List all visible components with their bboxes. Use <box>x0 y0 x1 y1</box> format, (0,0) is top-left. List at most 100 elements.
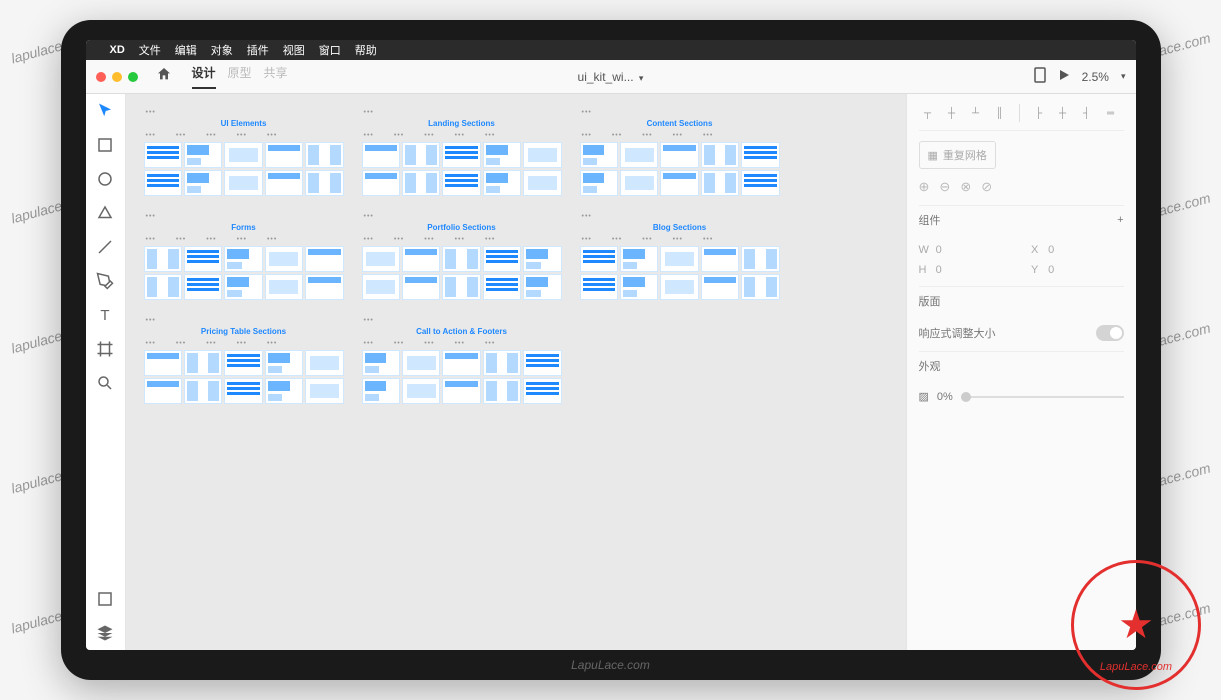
align-bottom-icon[interactable]: ┴ <box>967 104 985 122</box>
intersect-icon[interactable]: ⊗ <box>960 179 971 195</box>
artboard[interactable] <box>701 142 739 168</box>
chevron-down-icon[interactable]: ▾ <box>1121 71 1126 82</box>
polygon-tool[interactable] <box>96 204 114 222</box>
artboard[interactable] <box>144 274 182 300</box>
artboard[interactable] <box>265 274 303 300</box>
artboard[interactable] <box>362 274 400 300</box>
artboard[interactable] <box>362 350 400 376</box>
artboard[interactable] <box>305 142 343 168</box>
artboard[interactable] <box>523 170 561 196</box>
artboard[interactable] <box>144 246 182 272</box>
artboard[interactable] <box>660 142 698 168</box>
artboard[interactable] <box>523 378 561 404</box>
minimize-button[interactable] <box>112 72 122 82</box>
artboard[interactable] <box>402 142 440 168</box>
play-icon[interactable] <box>1058 69 1070 84</box>
artboard[interactable] <box>402 350 440 376</box>
artboard[interactable] <box>741 246 779 272</box>
pen-tool[interactable] <box>96 272 114 290</box>
select-tool[interactable] <box>96 102 114 120</box>
canvas[interactable]: •••UI Elements••••••••••••••••••Landing … <box>126 94 906 650</box>
text-tool[interactable]: T <box>96 306 114 324</box>
artboard[interactable] <box>184 350 222 376</box>
artboard[interactable] <box>620 246 658 272</box>
app-name[interactable]: XD <box>110 44 125 56</box>
artboard[interactable] <box>144 170 182 196</box>
artboard[interactable] <box>224 142 262 168</box>
menu-plugin[interactable]: 插件 <box>247 42 269 58</box>
maximize-button[interactable] <box>128 72 138 82</box>
artboard[interactable] <box>523 142 561 168</box>
artboard[interactable] <box>523 350 561 376</box>
menu-edit[interactable]: 编辑 <box>175 42 197 58</box>
artboard[interactable] <box>442 246 480 272</box>
width-input[interactable]: 0 <box>936 244 942 256</box>
artboard[interactable] <box>660 170 698 196</box>
artboard[interactable] <box>402 170 440 196</box>
y-input[interactable]: 0 <box>1048 264 1054 276</box>
x-input[interactable]: 0 <box>1048 244 1054 256</box>
align-vcenter-icon[interactable]: ┼ <box>943 104 961 122</box>
tab-design[interactable]: 设计 <box>192 64 216 89</box>
line-tool[interactable] <box>96 238 114 256</box>
artboard[interactable] <box>402 246 440 272</box>
artboard[interactable] <box>442 142 480 168</box>
artboard[interactable] <box>144 350 182 376</box>
artboard[interactable] <box>224 170 262 196</box>
artboard[interactable] <box>741 274 779 300</box>
artboard[interactable] <box>184 170 222 196</box>
artboard[interactable] <box>483 350 521 376</box>
artboard[interactable] <box>580 274 618 300</box>
artboard[interactable] <box>265 246 303 272</box>
artboard[interactable] <box>660 246 698 272</box>
menu-object[interactable]: 对象 <box>211 42 233 58</box>
artboard[interactable] <box>620 142 658 168</box>
rectangle-tool[interactable] <box>96 136 114 154</box>
artboard[interactable] <box>184 246 222 272</box>
menu-view[interactable]: 视图 <box>283 42 305 58</box>
artboard[interactable] <box>442 274 480 300</box>
artboard[interactable] <box>224 378 262 404</box>
zoom-tool[interactable] <box>96 374 114 392</box>
zoom-level[interactable]: 2.5% <box>1082 70 1109 84</box>
artboard[interactable] <box>701 246 739 272</box>
artboard[interactable] <box>402 274 440 300</box>
artboard[interactable] <box>265 378 303 404</box>
artboard[interactable] <box>620 170 658 196</box>
add-component-icon[interactable]: + <box>1117 214 1123 226</box>
artboard[interactable] <box>701 274 739 300</box>
artboard[interactable] <box>144 142 182 168</box>
artboard[interactable] <box>305 378 343 404</box>
artboard[interactable] <box>305 246 343 272</box>
distribute-h-icon[interactable]: ═ <box>1102 104 1120 122</box>
artboard[interactable] <box>184 274 222 300</box>
artboard[interactable] <box>224 350 262 376</box>
artboard[interactable] <box>620 274 658 300</box>
opacity-slider[interactable] <box>961 396 1124 398</box>
distribute-v-icon[interactable]: ║ <box>991 104 1009 122</box>
artboard[interactable] <box>362 170 400 196</box>
artboard[interactable] <box>362 142 400 168</box>
artboard[interactable] <box>305 170 343 196</box>
artboard[interactable] <box>483 246 521 272</box>
height-input[interactable]: 0 <box>936 264 942 276</box>
artboard[interactable] <box>442 170 480 196</box>
artboard[interactable] <box>580 142 618 168</box>
align-right-icon[interactable]: ┤ <box>1078 104 1096 122</box>
assets-panel-icon[interactable] <box>96 590 114 608</box>
responsive-toggle[interactable] <box>1096 325 1124 341</box>
artboard[interactable] <box>362 378 400 404</box>
artboard[interactable] <box>184 142 222 168</box>
ellipse-tool[interactable] <box>96 170 114 188</box>
menu-window[interactable]: 窗口 <box>319 42 341 58</box>
device-preview-icon[interactable] <box>1034 67 1046 86</box>
artboard[interactable] <box>184 378 222 404</box>
artboard[interactable] <box>701 170 739 196</box>
artboard[interactable] <box>741 142 779 168</box>
artboard[interactable] <box>144 378 182 404</box>
artboard[interactable] <box>483 170 521 196</box>
tab-prototype[interactable]: 原型 <box>228 64 252 89</box>
artboard[interactable] <box>362 246 400 272</box>
artboard[interactable] <box>483 274 521 300</box>
artboard[interactable] <box>523 274 561 300</box>
